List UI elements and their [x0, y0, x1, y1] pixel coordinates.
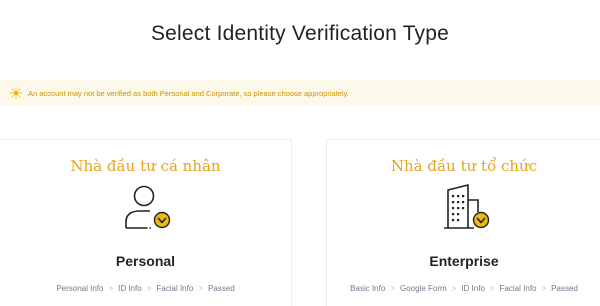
step-separator-icon: >	[489, 284, 495, 293]
enterprise-annotation: Nhà đầu tư tổ chức	[390, 157, 538, 175]
step-item: Passed	[207, 284, 235, 293]
enterprise-building-check-icon	[434, 182, 494, 234]
step-separator-icon: >	[146, 284, 152, 293]
step-item: ID Info	[461, 284, 485, 293]
step-separator-icon: >	[451, 284, 457, 293]
verification-type-page: Select Identity Verification Type An acc…	[0, 0, 600, 306]
enterprise-title: Enterprise	[429, 253, 499, 269]
page-title: Select Identity Verification Type	[150, 22, 450, 45]
warning-text: An account may not be verified as both P…	[28, 88, 349, 98]
enterprise-steps: Basic Info > Google Form > ID Info > Facial In…	[327, 284, 600, 293]
lightbulb-icon	[10, 87, 22, 99]
warning-banner: An account may not be verified as both P…	[0, 80, 600, 106]
personal-card[interactable]: Nhà đầu tư cá nhân Personal Personal Inf…	[0, 139, 292, 306]
step-item: Facial Info	[156, 284, 194, 293]
step-item: Facial Info	[499, 284, 537, 293]
personal-title: Personal	[115, 253, 176, 269]
step-separator-icon: >	[108, 284, 114, 293]
step-item: Google Form	[399, 284, 447, 293]
step-separator-icon: >	[390, 284, 395, 293]
step-separator-icon: >	[198, 284, 203, 293]
step-separator-icon: >	[541, 284, 547, 293]
personal-steps: Personal Info > ID Info > Facial Info > Passed	[0, 284, 291, 293]
personal-annotation: Nhà đầu tư cá nhân	[70, 157, 221, 175]
personal-user-check-icon	[116, 182, 176, 234]
enterprise-card[interactable]: Nhà đầu tư tổ chức Enterprise Basic Info…	[326, 139, 600, 306]
step-item: Personal Info	[56, 284, 104, 293]
step-item: Basic Info	[350, 284, 386, 293]
step-item: ID Info	[118, 284, 142, 293]
step-item: Passed	[551, 284, 578, 293]
